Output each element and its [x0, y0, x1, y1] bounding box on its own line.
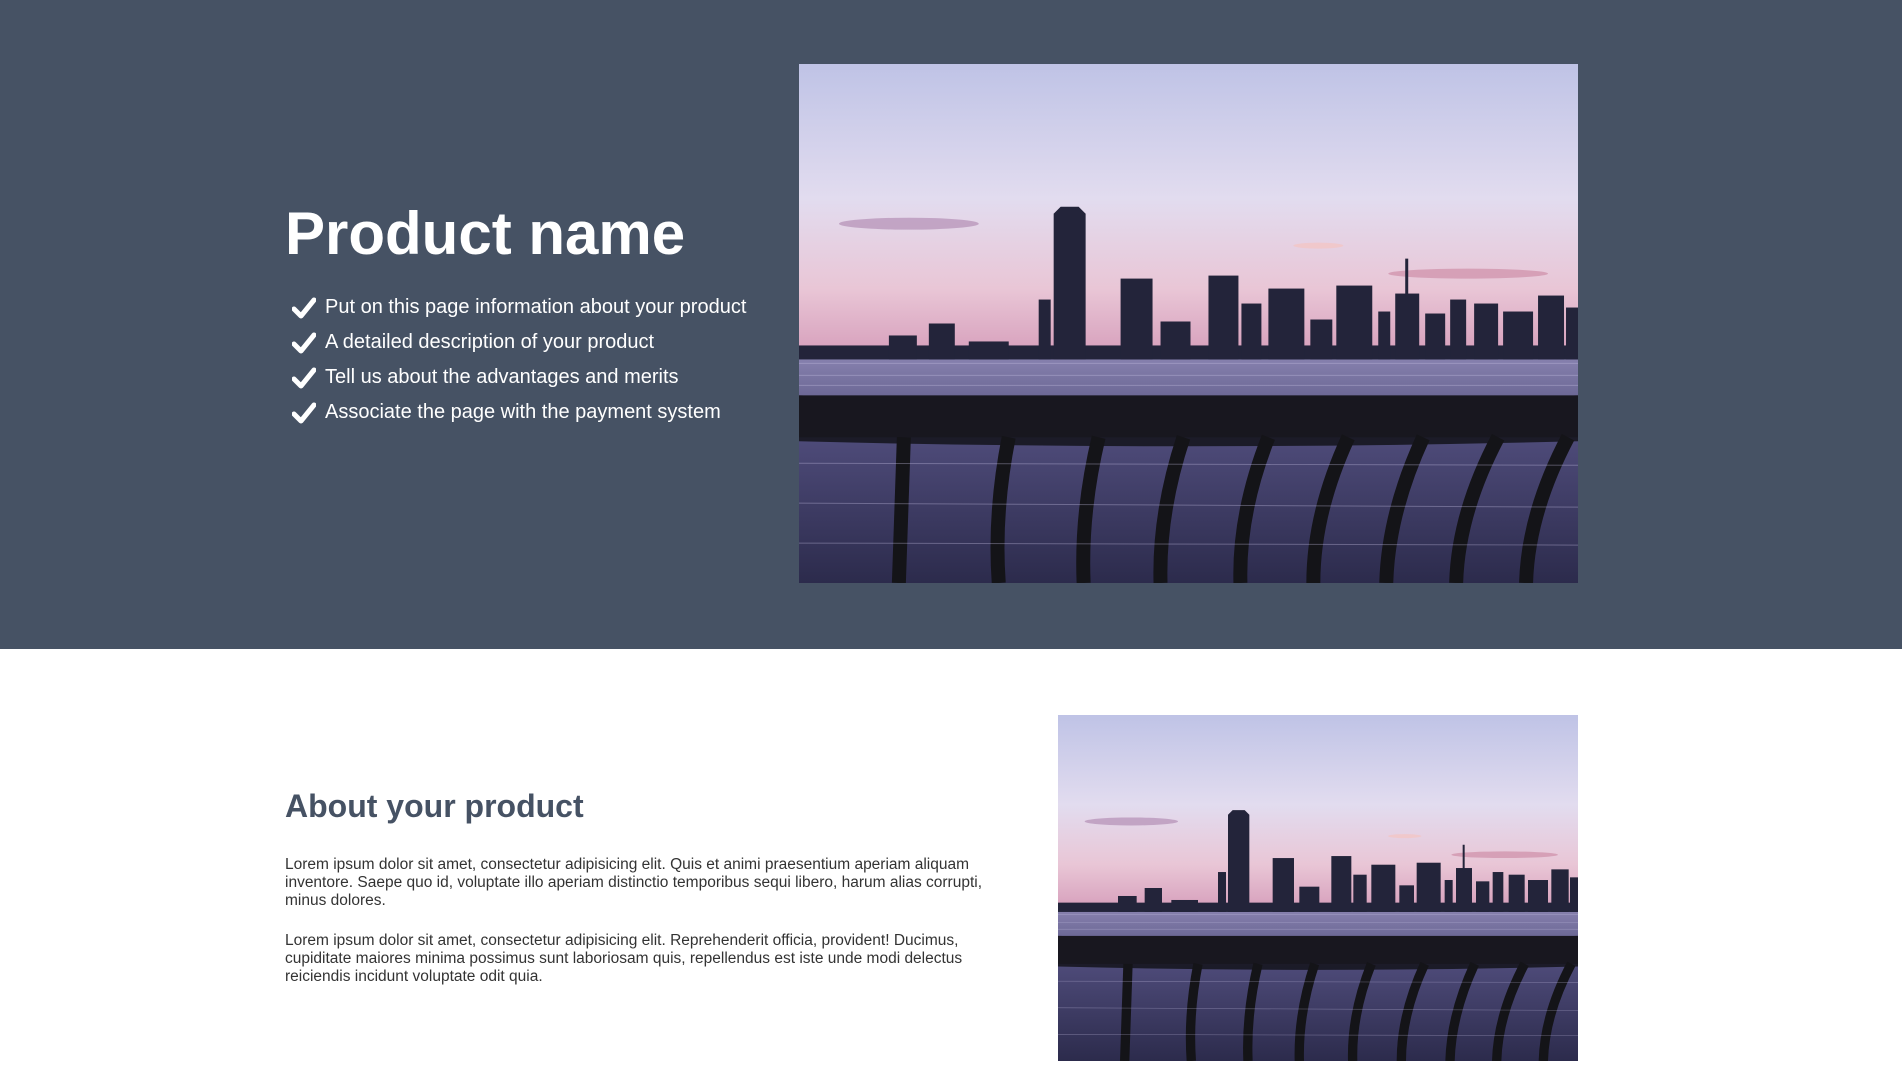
- feature-text: A detailed description of your product: [325, 331, 655, 353]
- feature-item: Put on this page information about your …: [292, 290, 746, 325]
- feature-text: Associate the page with the payment syst…: [325, 401, 721, 423]
- about-product-image: [1058, 715, 1578, 1061]
- feature-text: Put on this page information about your …: [325, 296, 747, 318]
- feature-item: Tell us about the advantages and merits: [292, 360, 746, 395]
- feature-text: Tell us about the advantages and merits: [325, 366, 679, 388]
- about-paragraph: Lorem ipsum dolor sit amet, consectetur …: [285, 932, 963, 985]
- feature-item: A detailed description of your product: [292, 325, 746, 360]
- about-paragraph: Lorem ipsum dolor sit amet, consectetur …: [285, 856, 983, 909]
- about-heading: About your product: [285, 788, 584, 824]
- checkmark-icon: [292, 367, 316, 388]
- hero-product-image: [799, 64, 1578, 583]
- checkmark-icon: [292, 297, 316, 318]
- checkmark-icon: [292, 402, 316, 423]
- product-title: Product name: [285, 200, 686, 267]
- checkmark-icon: [292, 332, 316, 353]
- feature-item: Associate the page with the payment syst…: [292, 395, 746, 430]
- city-skyline-photo: [799, 64, 1578, 583]
- hero-section: Product name Put on this page informatio…: [0, 0, 1902, 649]
- feature-list: Put on this page information about your …: [292, 290, 746, 430]
- city-skyline-photo: [1058, 715, 1578, 1061]
